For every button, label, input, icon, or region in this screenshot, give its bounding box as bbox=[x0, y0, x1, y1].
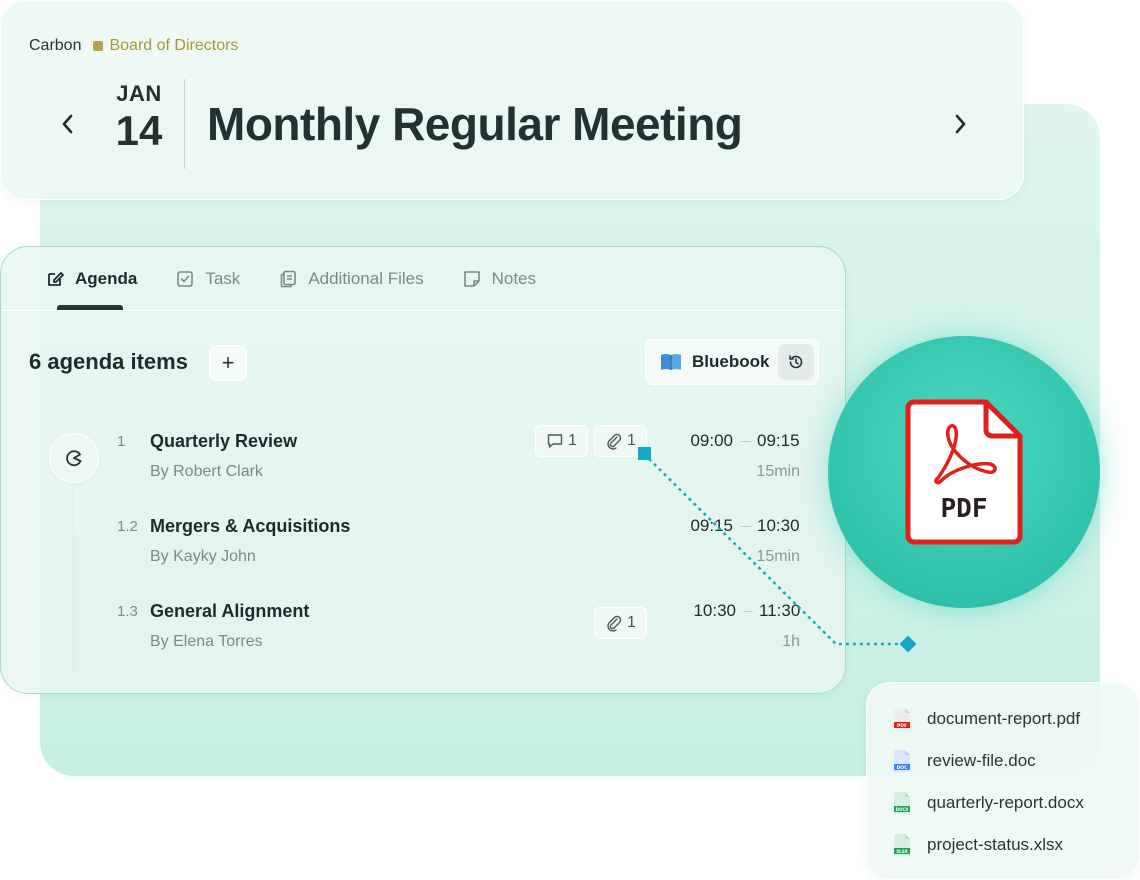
agenda-icon bbox=[48, 272, 64, 286]
file-item-pdf[interactable]: PDF document-report.pdf bbox=[891, 707, 1080, 731]
item-title: Mergers & Acquisitions bbox=[150, 516, 351, 536]
attachments-badge[interactable]: 1 bbox=[594, 607, 647, 639]
bluebook-button[interactable]: Bluebook bbox=[645, 339, 819, 385]
tab-divider bbox=[1, 310, 845, 311]
files-icon bbox=[281, 270, 297, 288]
file-name: quarterly-report.docx bbox=[927, 793, 1084, 812]
agenda-item[interactable]: 1.3 General Alignment By Elena Torres 1 … bbox=[1, 601, 847, 673]
date-day: 14 bbox=[115, 107, 163, 154]
attachments-count: 1 bbox=[627, 614, 636, 631]
date-month: JAN bbox=[116, 81, 162, 106]
tab-bar: Agenda Task Additional Files Notes bbox=[45, 267, 574, 291]
duration: 15min bbox=[756, 548, 800, 565]
paperclip-icon bbox=[607, 433, 622, 450]
svg-text:DOCX: DOCX bbox=[896, 807, 909, 812]
book-icon bbox=[661, 354, 681, 370]
time-dash bbox=[741, 526, 751, 527]
item-number: 1.3 bbox=[117, 603, 138, 620]
meeting-header: Carbon Board of Directors JAN 14 Monthly… bbox=[0, 0, 1024, 200]
history-button[interactable] bbox=[778, 344, 814, 380]
item-title: Quarterly Review bbox=[150, 431, 298, 451]
tab-label: Agenda bbox=[75, 269, 138, 288]
start-time: 09:00 bbox=[690, 431, 733, 450]
doc-file-icon: DOC bbox=[894, 750, 910, 772]
agenda-panel: Agenda Task Additional Files Notes 6 age… bbox=[0, 246, 846, 694]
meeting-date: JAN 14 bbox=[109, 81, 169, 155]
chevron-right-icon bbox=[955, 114, 966, 134]
next-meeting-button[interactable] bbox=[945, 109, 975, 139]
chevron-left-icon bbox=[62, 114, 73, 134]
tab-agenda[interactable]: Agenda bbox=[45, 267, 137, 291]
history-icon bbox=[789, 355, 803, 369]
tab-label: Notes bbox=[491, 269, 537, 288]
attachments-badge[interactable]: 1 bbox=[594, 425, 647, 457]
svg-text:XLSX: XLSX bbox=[896, 849, 908, 854]
board-color-dot bbox=[93, 41, 104, 51]
svg-text:DOC: DOC bbox=[897, 765, 909, 771]
file-item-xlsx[interactable]: XLSX project-status.xlsx bbox=[891, 833, 1063, 857]
bluebook-label: Bluebook bbox=[692, 352, 770, 371]
comments-count: 1 bbox=[568, 432, 577, 449]
start-time: 09:15 bbox=[690, 516, 733, 535]
breadcrumb: Carbon Board of Directors bbox=[29, 37, 238, 55]
agenda-count: 6 agenda items bbox=[29, 349, 188, 374]
tab-label: Additional Files bbox=[308, 269, 424, 288]
item-number: 1 bbox=[117, 433, 126, 450]
previous-meeting-button[interactable] bbox=[53, 109, 83, 139]
tab-additional-files[interactable]: Additional Files bbox=[278, 267, 424, 291]
page-title: Monthly Regular Meeting bbox=[207, 98, 743, 150]
duration: 15min bbox=[756, 463, 800, 480]
comment-icon bbox=[547, 434, 563, 448]
item-number: 1.2 bbox=[117, 518, 138, 535]
end-time: 11:30 bbox=[759, 601, 801, 620]
end-time: 10:30 bbox=[757, 516, 800, 535]
xlsx-file-icon: XLSX bbox=[894, 834, 910, 856]
item-author: By Robert Clark bbox=[150, 463, 263, 480]
item-author: By Kayky John bbox=[150, 548, 256, 565]
tab-notes[interactable]: Notes bbox=[462, 267, 536, 291]
start-time: 10:30 bbox=[693, 601, 736, 620]
breadcrumb-board[interactable]: Board of Directors bbox=[109, 37, 238, 55]
time-dash bbox=[743, 611, 753, 612]
pdf-label: PDF bbox=[940, 494, 988, 524]
pdf-file-icon: PDF bbox=[894, 708, 910, 730]
attachments-count: 1 bbox=[627, 432, 636, 449]
header-divider bbox=[184, 79, 185, 169]
paperclip-icon bbox=[607, 615, 622, 632]
duration: 1h bbox=[782, 633, 800, 650]
agenda-item[interactable]: 1 Quarterly Review By Robert Clark 1 1 0… bbox=[1, 425, 847, 503]
file-item-doc[interactable]: DOC review-file.doc bbox=[891, 749, 1036, 773]
breadcrumb-org[interactable]: Carbon bbox=[29, 37, 81, 55]
file-name: document-report.pdf bbox=[927, 709, 1081, 728]
plus-icon: + bbox=[221, 350, 235, 375]
file-item-docx[interactable]: DOCX quarterly-report.docx bbox=[891, 791, 1084, 815]
item-title: General Alignment bbox=[150, 601, 310, 621]
file-name: review-file.doc bbox=[927, 751, 1036, 770]
file-name: project-status.xlsx bbox=[927, 835, 1064, 854]
notes-icon bbox=[463, 271, 480, 287]
docx-file-icon: DOCX bbox=[894, 792, 910, 814]
add-agenda-item-button[interactable]: + bbox=[209, 345, 247, 381]
attachment-file-list: PDF document-report.pdf DOC review-file.… bbox=[866, 682, 1140, 880]
comments-badge[interactable]: 1 bbox=[535, 425, 588, 457]
tab-task[interactable]: Task bbox=[175, 267, 240, 291]
task-checkbox-icon bbox=[177, 271, 194, 287]
time-dash bbox=[741, 441, 751, 442]
svg-text:PDF: PDF bbox=[897, 723, 907, 729]
tab-label: Task bbox=[205, 269, 241, 288]
agenda-item[interactable]: 1.2 Mergers & Acquisitions By Kayky John… bbox=[1, 516, 847, 588]
item-author: By Elena Torres bbox=[150, 633, 263, 650]
end-time: 09:15 bbox=[757, 431, 800, 450]
